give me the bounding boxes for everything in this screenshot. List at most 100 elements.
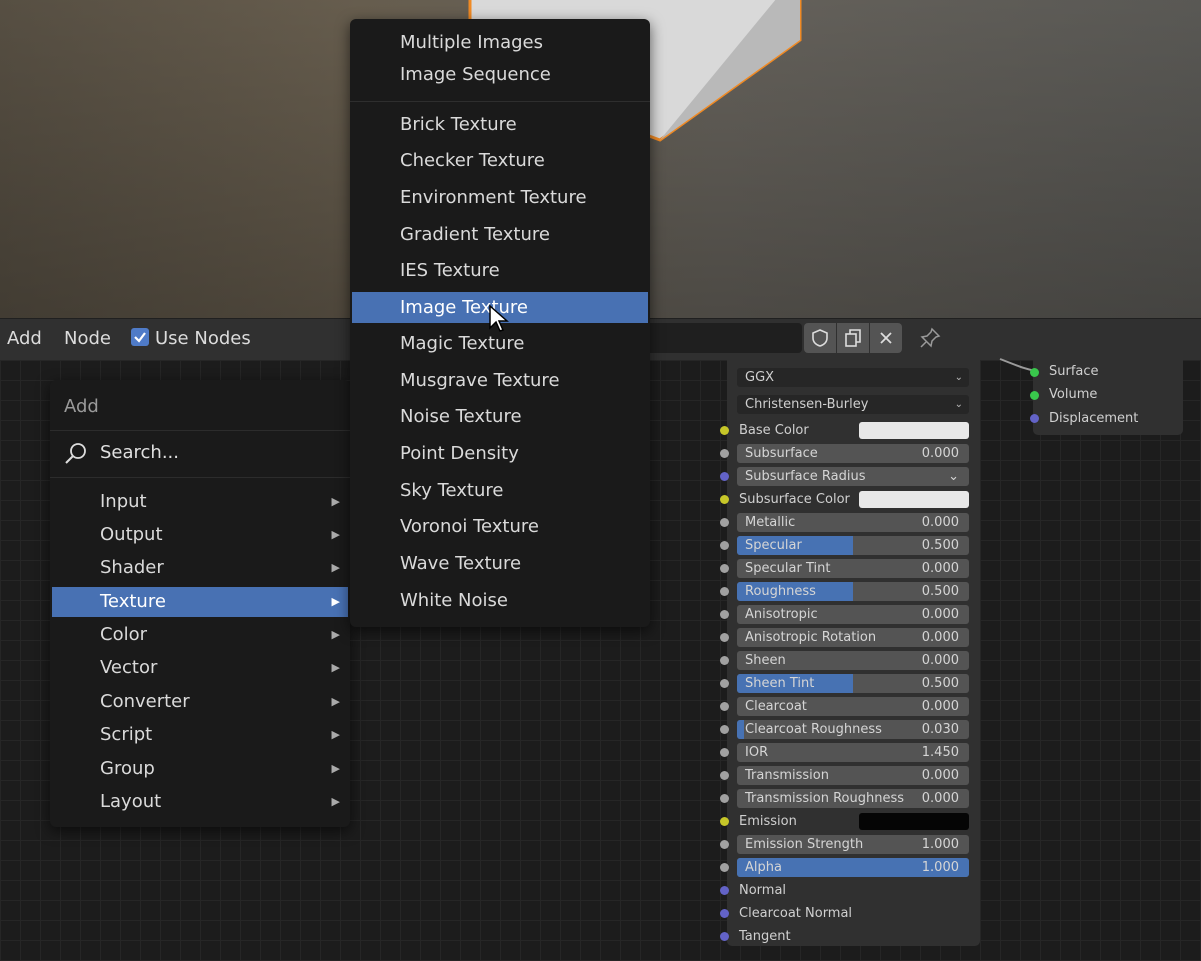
specular-tint-slider[interactable]: Specular Tint 0.000 xyxy=(737,559,969,578)
new-material-button[interactable] xyxy=(837,323,869,353)
volume-socket[interactable] xyxy=(1030,391,1039,400)
subsurface-radius-dropdown[interactable]: Subsurface Radius ⌄ xyxy=(737,467,969,486)
output-displacement-label: Displacement xyxy=(1049,411,1139,426)
menu-item-script[interactable]: Script ▶ xyxy=(52,720,348,750)
menu-item-label: Color xyxy=(100,624,147,645)
subsurface-socket[interactable] xyxy=(720,449,729,458)
clearcoat-roughness-slider[interactable]: Clearcoat Roughness 0.030 xyxy=(737,720,969,739)
checkmark-icon xyxy=(134,332,146,343)
use-nodes-checkbox[interactable] xyxy=(131,328,149,346)
emission-strength-socket[interactable] xyxy=(720,840,729,849)
clearcoat-slider[interactable]: Clearcoat 0.000 xyxy=(737,697,969,716)
normal-socket[interactable] xyxy=(720,886,729,895)
emission-color-swatch[interactable] xyxy=(859,813,969,830)
sheen-socket[interactable] xyxy=(720,656,729,665)
pin-icon[interactable] xyxy=(918,326,942,350)
surface-socket[interactable] xyxy=(1030,368,1039,377)
node-menu-button[interactable]: Node xyxy=(64,328,111,349)
menu-item-image-sequence[interactable]: Image Sequence xyxy=(352,59,648,90)
anisotropic-rotation-slider[interactable]: Anisotropic Rotation 0.000 xyxy=(737,628,969,647)
clearcoat-normal-socket[interactable] xyxy=(720,909,729,918)
clearcoat-roughness-value: 0.030 xyxy=(921,722,959,737)
emission-socket[interactable] xyxy=(720,817,729,826)
menu-item-musgrave-texture[interactable]: Musgrave Texture xyxy=(352,365,648,396)
anisotropic-rotation-socket[interactable] xyxy=(720,633,729,642)
transmission-value: 0.000 xyxy=(921,768,959,783)
menu-item-point-density[interactable]: Point Density xyxy=(352,438,648,469)
metallic-socket[interactable] xyxy=(720,518,729,527)
sheen-slider[interactable]: Sheen 0.000 xyxy=(737,651,969,670)
menu-item-label: Voronoi Texture xyxy=(400,516,539,537)
menu-item-vector[interactable]: Vector ▶ xyxy=(52,653,348,683)
menu-item-brick-texture[interactable]: Brick Texture xyxy=(352,109,648,140)
menu-item-output[interactable]: Output ▶ xyxy=(52,520,348,550)
menu-item-color[interactable]: Color ▶ xyxy=(52,620,348,650)
menu-item-gradient-texture[interactable]: Gradient Texture xyxy=(352,219,648,250)
menu-item-texture[interactable]: Texture ▶ xyxy=(52,587,348,617)
subsurface-color-socket[interactable] xyxy=(720,495,729,504)
menu-item-noise-texture[interactable]: Noise Texture xyxy=(352,401,648,432)
menu-item-voronoi-texture[interactable]: Voronoi Texture xyxy=(352,511,648,542)
menu-item-shader[interactable]: Shader ▶ xyxy=(52,553,348,583)
specular-tint-socket[interactable] xyxy=(720,564,729,573)
roughness-slider[interactable]: Roughness 0.500 xyxy=(737,582,969,601)
menu-item-label: Musgrave Texture xyxy=(400,370,560,391)
material-output-node[interactable]: Surface Volume Displacement xyxy=(1030,360,1183,435)
transmission-roughness-socket[interactable] xyxy=(720,794,729,803)
anisotropic-slider[interactable]: Anisotropic 0.000 xyxy=(737,605,969,624)
tangent-socket[interactable] xyxy=(720,932,729,941)
alpha-socket[interactable] xyxy=(720,863,729,872)
fake-user-button[interactable] xyxy=(804,323,836,353)
menu-item-wave-texture[interactable]: Wave Texture xyxy=(352,548,648,579)
subsurface-radius-socket[interactable] xyxy=(720,472,729,481)
roughness-socket[interactable] xyxy=(720,587,729,596)
ior-socket[interactable] xyxy=(720,748,729,757)
mouse-cursor-icon xyxy=(489,304,509,332)
base-color-socket[interactable] xyxy=(720,426,729,435)
transmission-socket[interactable] xyxy=(720,771,729,780)
close-icon xyxy=(880,332,892,344)
base-color-color-swatch[interactable] xyxy=(859,422,969,439)
subsurface-slider[interactable]: Subsurface 0.000 xyxy=(737,444,969,463)
menu-item-input[interactable]: Input ▶ xyxy=(52,487,348,517)
unlink-material-button[interactable] xyxy=(870,323,902,353)
clearcoat-roughness-socket[interactable] xyxy=(720,725,729,734)
subsurface-color-color-swatch[interactable] xyxy=(859,491,969,508)
menu-item-layout[interactable]: Layout ▶ xyxy=(52,787,348,817)
metallic-label: Metallic xyxy=(745,515,796,530)
sheen-tint-socket[interactable] xyxy=(720,679,729,688)
duplicate-icon xyxy=(845,329,861,347)
specular-slider[interactable]: Specular 0.500 xyxy=(737,536,969,555)
base-color-label: Base Color xyxy=(739,423,809,438)
subsurface-method-dropdown[interactable]: Christensen-Burley ⌄ xyxy=(737,395,969,414)
transmission-label: Transmission xyxy=(745,768,829,783)
emission-strength-slider[interactable]: Emission Strength 1.000 xyxy=(737,835,969,854)
anisotropic-socket[interactable] xyxy=(720,610,729,619)
alpha-slider[interactable]: Alpha 1.000 xyxy=(737,858,969,877)
specular-socket[interactable] xyxy=(720,541,729,550)
ior-value: 1.450 xyxy=(921,745,959,760)
clearcoat-socket[interactable] xyxy=(720,702,729,711)
distribution-dropdown[interactable]: GGX ⌄ xyxy=(737,368,969,387)
sheen-tint-label: Sheen Tint xyxy=(745,676,815,691)
menu-item-group[interactable]: Group ▶ xyxy=(52,754,348,784)
menu-item-converter[interactable]: Converter ▶ xyxy=(52,687,348,717)
add-menu: Add Search... Input ▶ Output ▶ Shader ▶ Tex… xyxy=(50,380,350,827)
emission-strength-value: 1.000 xyxy=(921,837,959,852)
menu-item-label: Script xyxy=(100,724,153,745)
sheen-tint-slider[interactable]: Sheen Tint 0.500 xyxy=(737,674,969,693)
menu-item-environment-texture[interactable]: Environment Texture xyxy=(352,182,648,213)
ior-slider[interactable]: IOR 1.450 xyxy=(737,743,969,762)
search-menu-item[interactable]: Search... xyxy=(64,440,344,468)
menu-item-white-noise[interactable]: White Noise xyxy=(352,585,648,616)
menu-item-ies-texture[interactable]: IES Texture xyxy=(352,255,648,286)
principled-bsdf-node[interactable]: GGX ⌄ Christensen-Burley ⌄ Base Color Sub… xyxy=(720,360,980,946)
menu-item-checker-texture[interactable]: Checker Texture xyxy=(352,145,648,176)
menu-item-multiple-images[interactable]: Multiple Images xyxy=(352,27,648,58)
menu-item-sky-texture[interactable]: Sky Texture xyxy=(352,475,648,506)
metallic-slider[interactable]: Metallic 0.000 xyxy=(737,513,969,532)
transmission-slider[interactable]: Transmission 0.000 xyxy=(737,766,969,785)
transmission-roughness-slider[interactable]: Transmission Roughness 0.000 xyxy=(737,789,969,808)
displacement-socket[interactable] xyxy=(1030,414,1039,423)
add-menu-button[interactable]: Add xyxy=(7,328,42,349)
